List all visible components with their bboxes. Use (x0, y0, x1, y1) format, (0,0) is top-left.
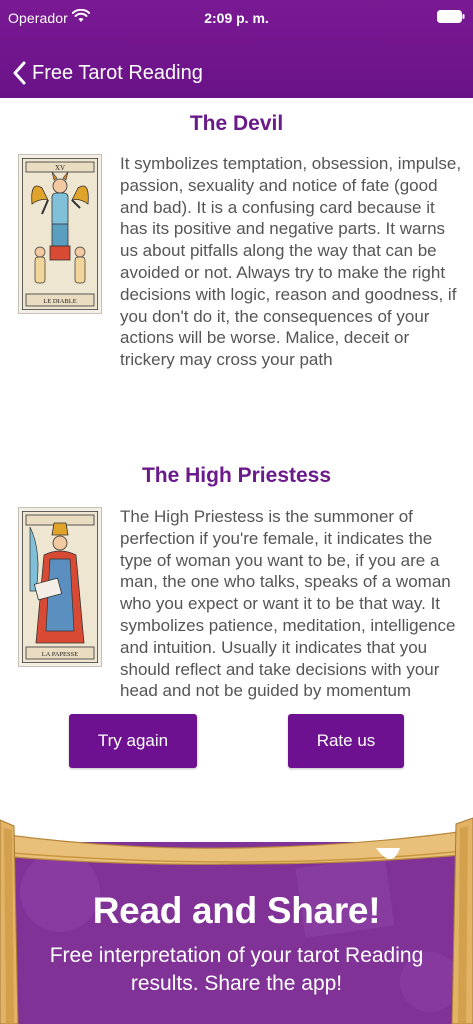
card-title: The Devil (189, 112, 284, 135)
devil-card-caption: LE DIABLE (43, 298, 76, 305)
rate-us-button[interactable]: Rate us (288, 714, 404, 768)
try-again-button[interactable]: Try again (69, 714, 197, 768)
promo-banner[interactable]: Read and Share! Free interpretation of y… (0, 812, 473, 1024)
top-bar: Operador 2:09 p. m. Free Tarot Reading (0, 0, 473, 98)
svg-text:XV: XV (55, 164, 65, 172)
devil-card-image: XV LE DIABLE (18, 154, 102, 314)
promo-subtitle: Free interpretation of your tarot Readin… (49, 944, 424, 995)
high-priestess-card-caption: LA PAPESSE (42, 651, 78, 658)
back-button[interactable]: Free Tarot Reading (10, 58, 203, 88)
status-bar: Operador 2:09 p. m. (0, 0, 473, 36)
card-title: The High Priestess (141, 464, 332, 487)
navigation-bar: Free Tarot Reading (0, 48, 473, 98)
status-time: 2:09 p. m. (204, 10, 269, 26)
card-description: It symbolizes temptation, obsession, imp… (120, 154, 462, 370)
chevron-left-icon (13, 61, 26, 85)
battery-icon (437, 10, 465, 23)
back-label: Free Tarot Reading (32, 61, 203, 84)
high-priestess-card-image: LA PAPESSE (18, 507, 102, 667)
card-description: The High Priestess is the summoner of pe… (120, 507, 456, 701)
promo-title: Read and Share! (92, 890, 381, 931)
reading-content[interactable]: The Devil XV LE DIABLE It symbolizes tem… (0, 98, 473, 702)
